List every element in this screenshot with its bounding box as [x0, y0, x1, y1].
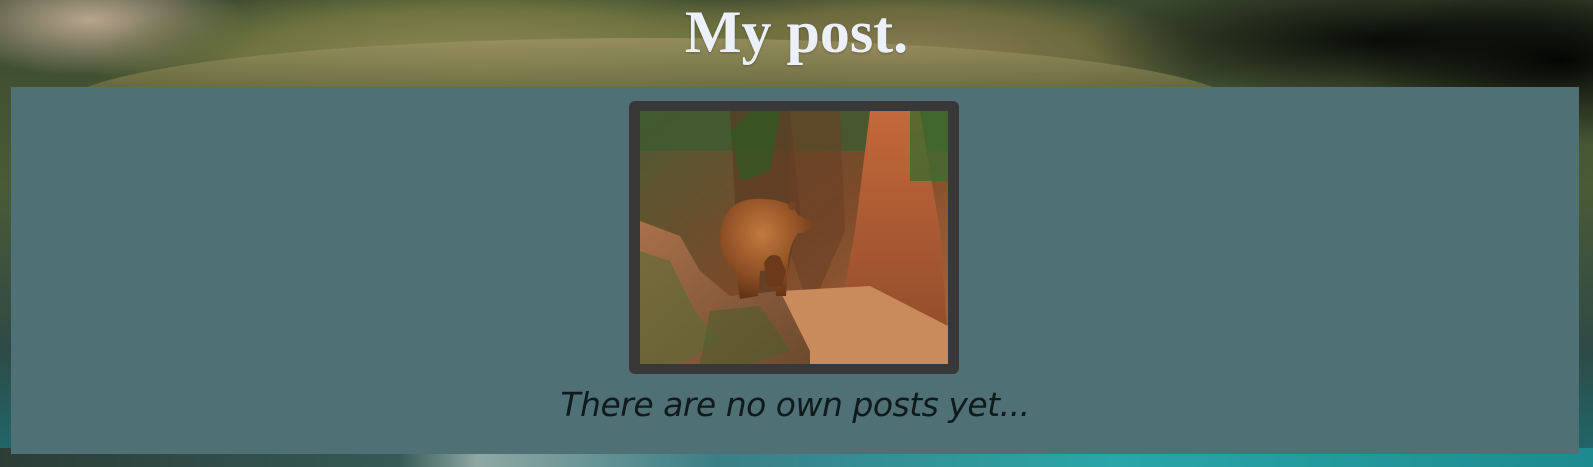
empty-posts-message: There are no own posts yet...	[560, 385, 1030, 424]
posts-panel: There are no own posts yet...	[11, 87, 1579, 454]
image-frame	[629, 101, 959, 374]
page-title: My post.	[684, 0, 909, 65]
bear-image	[640, 111, 948, 364]
